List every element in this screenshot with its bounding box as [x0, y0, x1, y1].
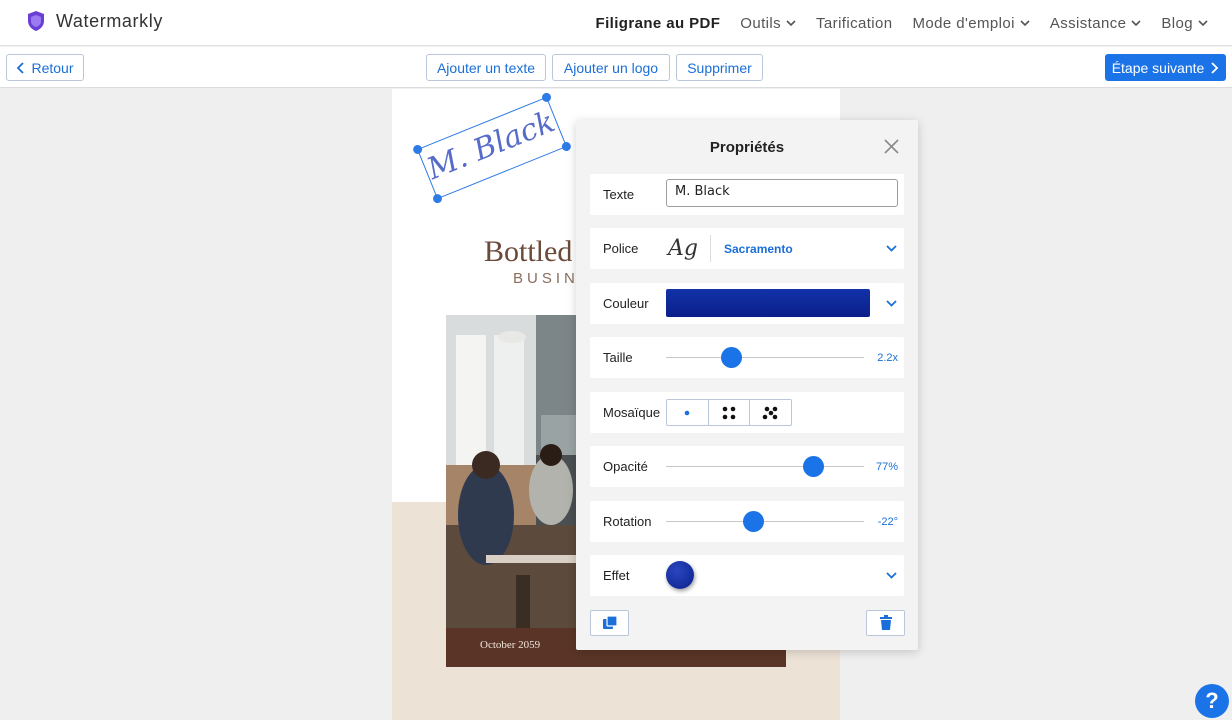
duplicate-button[interactable]: [590, 610, 629, 636]
nav-item-tools[interactable]: Outils: [740, 15, 796, 32]
add-text-button[interactable]: Ajouter un texte: [426, 54, 546, 81]
size-row: Taille 2.2x: [590, 337, 904, 378]
opacity-slider-thumb[interactable]: [803, 456, 824, 477]
single-dot-icon: [685, 410, 690, 415]
opacity-value: 77%: [875, 460, 898, 473]
properties-panel: Propriétés Texte Police Ag Sacramento Co…: [576, 120, 918, 650]
watermark-text-input[interactable]: [666, 179, 898, 207]
document-title: Bottled: [484, 235, 573, 268]
document-date: October 2059: [480, 639, 541, 651]
size-slider-thumb[interactable]: [720, 347, 742, 368]
divider: [710, 235, 711, 262]
mosaic-row: Mosaïque: [590, 392, 904, 433]
chevron-down-icon: [1131, 20, 1141, 27]
font-sample: Ag: [668, 236, 698, 261]
delete-watermark-button[interactable]: [866, 610, 905, 636]
effect-row: Effet: [590, 555, 904, 596]
panel-title: Propriétés: [709, 139, 785, 156]
copy-icon: [602, 615, 618, 629]
mosaic-label: Mosaïque: [603, 405, 661, 420]
chevron-left-icon: [17, 61, 25, 74]
opacity-label: Opacité: [603, 459, 648, 474]
font-row[interactable]: Police Ag Sacramento: [590, 228, 904, 269]
shield-icon: [28, 11, 44, 31]
four-dots-icon: [722, 406, 736, 419]
nav-item-support[interactable]: Assistance: [1050, 15, 1142, 32]
chevron-down-icon: [786, 20, 796, 27]
mosaic-single-option[interactable]: [667, 400, 709, 425]
trash-icon: [879, 615, 892, 630]
top-navbar: Watermarkly Filigrane au PDF Outils Tari…: [0, 0, 1232, 46]
rotation-label: Rotation: [603, 514, 652, 529]
size-slider-track[interactable]: [666, 357, 864, 358]
effect-preview[interactable]: [666, 561, 694, 589]
nav-item-pricing[interactable]: Tarification: [816, 15, 893, 32]
delete-button[interactable]: Supprimer: [676, 54, 763, 81]
main-nav: Filigrane au PDF Outils Tarification Mod…: [596, 0, 1208, 46]
size-value: 2.2x: [877, 351, 898, 364]
rotation-value: -22°: [877, 515, 898, 528]
chevron-down-icon: [1020, 20, 1030, 27]
rotation-slider-track[interactable]: [666, 521, 864, 522]
chevron-down-icon[interactable]: [885, 297, 898, 310]
opacity-row: Opacité 77%: [590, 446, 904, 487]
color-row: Couleur: [590, 283, 904, 324]
font-select-value[interactable]: Sacramento: [724, 228, 793, 269]
chevron-down-icon: [1198, 20, 1208, 27]
rotation-row: Rotation -22°: [590, 501, 904, 542]
document-subtitle: BUSIN: [513, 270, 579, 287]
color-label: Couleur: [603, 296, 649, 311]
opacity-slider-track[interactable]: [666, 466, 864, 467]
editor-toolbar: Retour Ajouter un texte Ajouter un logo …: [0, 47, 1232, 88]
mosaic-selector: [666, 399, 792, 426]
brand-name: Watermarkly: [56, 10, 163, 31]
chevron-right-icon: [1211, 61, 1219, 74]
nav-item-pdf-watermark[interactable]: Filigrane au PDF: [596, 15, 721, 32]
nav-item-how-to[interactable]: Mode d'emploi: [913, 15, 1030, 32]
next-step-button[interactable]: Étape suivante: [1105, 54, 1226, 81]
chevron-down-icon[interactable]: [885, 569, 898, 582]
back-button[interactable]: Retour: [6, 54, 84, 81]
brand[interactable]: Watermarkly: [26, 10, 163, 32]
rotation-slider-thumb[interactable]: [742, 511, 764, 532]
close-icon[interactable]: [884, 139, 899, 154]
text-row: Texte: [590, 174, 904, 215]
font-label: Police: [603, 241, 639, 256]
mosaic-diagonal-option[interactable]: [750, 400, 791, 425]
effect-label: Effet: [603, 568, 630, 583]
mosaic-grid-option[interactable]: [709, 400, 751, 425]
help-button[interactable]: ?: [1195, 684, 1229, 718]
color-swatch[interactable]: [666, 289, 870, 317]
text-label: Texte: [603, 187, 635, 202]
add-logo-button[interactable]: Ajouter un logo: [552, 54, 670, 81]
size-label: Taille: [603, 350, 633, 365]
nav-item-blog[interactable]: Blog: [1161, 15, 1208, 32]
five-dots-icon: [762, 406, 777, 419]
chevron-down-icon[interactable]: [885, 242, 898, 255]
